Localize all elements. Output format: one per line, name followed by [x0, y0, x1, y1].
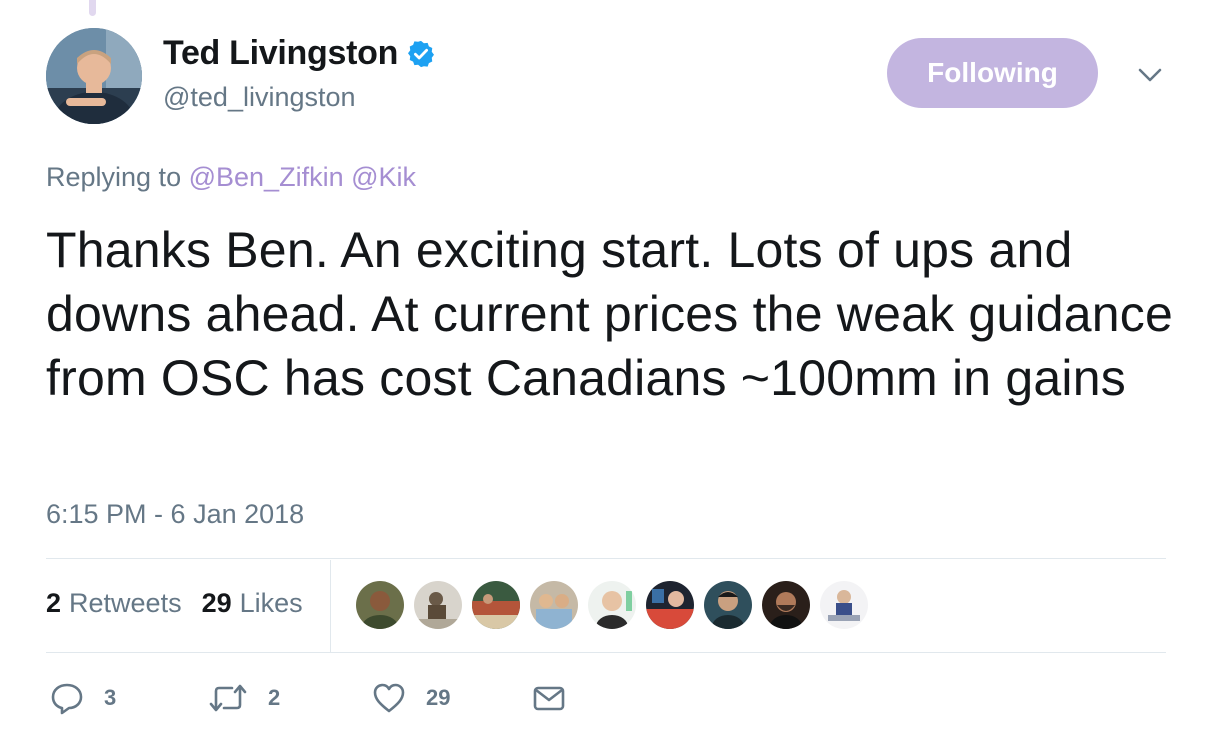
- likes-stat[interactable]: 29 Likes: [202, 588, 303, 619]
- replying-to-label: Replying to: [46, 162, 182, 192]
- like-count: 29: [426, 685, 451, 710]
- replying-to-line: Replying to @Ben_Zifkin @Kik: [46, 162, 416, 193]
- mention-link[interactable]: @Kik: [351, 162, 416, 192]
- liker-avatar[interactable]: [472, 581, 520, 629]
- likes-count: 29: [201, 588, 232, 618]
- envelope-icon[interactable]: [532, 681, 566, 715]
- tweet-timestamp[interactable]: 6:15 PM - 6 Jan 2018: [46, 499, 304, 530]
- retweets-label: Retweets: [69, 588, 182, 618]
- heart-icon[interactable]: [372, 681, 406, 715]
- retweet-count: 2: [268, 685, 281, 710]
- liker-avatar[interactable]: [414, 581, 462, 629]
- liker-avatar[interactable]: [820, 581, 868, 629]
- mention-link[interactable]: @Ben_Zifkin: [189, 162, 344, 192]
- author-avatar[interactable]: [46, 28, 142, 124]
- author-display-name[interactable]: Ted Livingston: [163, 34, 398, 73]
- reply-count: 3: [104, 685, 117, 710]
- tweet-text: Thanks Ben. An exciting start. Lots of u…: [46, 222, 1173, 406]
- author-handle[interactable]: @ted_livingston: [163, 82, 356, 113]
- retweets-count: 2: [46, 588, 62, 618]
- reply-action[interactable]: 3: [50, 676, 116, 720]
- liker-avatar[interactable]: [762, 581, 810, 629]
- liker-avatar[interactable]: [356, 581, 404, 629]
- liker-avatar[interactable]: [530, 581, 578, 629]
- divider: [46, 558, 1166, 559]
- verified-badge-icon: [408, 40, 435, 67]
- retweet-icon[interactable]: [208, 681, 248, 715]
- following-button[interactable]: Following: [887, 38, 1098, 108]
- tweet-card: Ted Livingston @ted_livingston Following…: [0, 0, 1224, 752]
- author-name-row[interactable]: Ted Livingston: [163, 34, 436, 73]
- retweet-action[interactable]: 2: [208, 676, 280, 720]
- chevron-down-icon[interactable]: [1135, 62, 1165, 88]
- liker-avatar[interactable]: [704, 581, 752, 629]
- direct-message-action[interactable]: [532, 676, 566, 720]
- likes-label: Likes: [239, 588, 303, 618]
- reply-icon[interactable]: [50, 681, 84, 715]
- thread-connector-line: [89, 0, 96, 16]
- retweets-stat[interactable]: 2 Retweets: [46, 588, 182, 619]
- engagement-stats: 2 Retweets 29 Likes: [46, 588, 303, 619]
- likers-avatar-list: [356, 581, 878, 629]
- liker-avatar[interactable]: [646, 581, 694, 629]
- liker-avatar[interactable]: [588, 581, 636, 629]
- stats-separator: [330, 560, 331, 653]
- divider: [46, 652, 1166, 653]
- like-action[interactable]: 29: [372, 676, 450, 720]
